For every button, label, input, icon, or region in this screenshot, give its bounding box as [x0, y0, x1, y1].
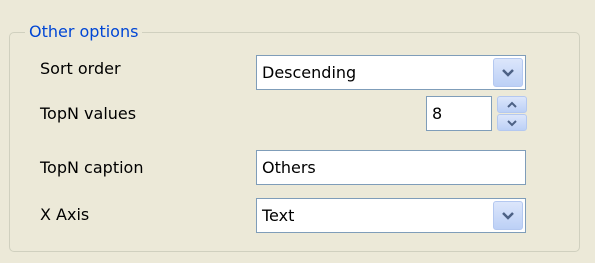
chevron-down-icon: [502, 211, 514, 220]
topn-values-spinner[interactable]: [497, 96, 527, 131]
chevron-down-icon: [502, 68, 514, 77]
group-title: Other options: [25, 21, 143, 43]
spin-up-button[interactable]: [497, 96, 527, 113]
topn-values-value: 8: [432, 103, 443, 123]
sort-order-dropdown-button[interactable]: [493, 58, 523, 87]
x-axis-select[interactable]: Text: [256, 198, 526, 233]
topn-values-label: TopN values: [40, 104, 137, 123]
topn-values-input[interactable]: 8: [426, 96, 492, 131]
sort-order-select[interactable]: Descending: [256, 55, 526, 90]
sort-order-label: Sort order: [40, 59, 121, 78]
x-axis-value: Text: [262, 205, 295, 225]
sort-order-value: Descending: [262, 62, 357, 82]
x-axis-label: X Axis: [40, 205, 90, 224]
topn-caption-label: TopN caption: [40, 158, 144, 177]
chevron-down-icon: [507, 119, 517, 126]
chevron-up-icon: [507, 101, 517, 108]
x-axis-dropdown-button[interactable]: [493, 201, 523, 230]
topn-caption-input[interactable]: Others: [256, 150, 526, 185]
topn-caption-value: Others: [262, 157, 316, 177]
spin-down-button[interactable]: [497, 114, 527, 131]
